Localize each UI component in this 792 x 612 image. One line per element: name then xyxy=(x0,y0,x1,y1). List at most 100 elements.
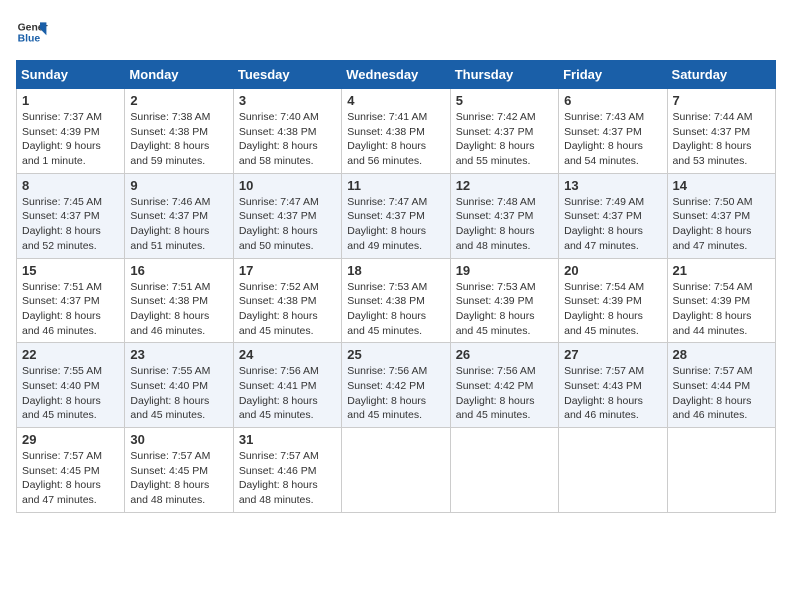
cell-info: Sunrise: 7:57 AMSunset: 4:45 PMDaylight:… xyxy=(22,450,102,506)
day-number: 29 xyxy=(22,432,119,447)
cell-info: Sunrise: 7:42 AMSunset: 4:37 PMDaylight:… xyxy=(456,111,536,167)
calendar-cell: 24 Sunrise: 7:56 AMSunset: 4:41 PMDaylig… xyxy=(233,343,341,428)
day-number: 1 xyxy=(22,93,119,108)
day-number: 18 xyxy=(347,263,444,278)
cell-info: Sunrise: 7:46 AMSunset: 4:37 PMDaylight:… xyxy=(130,196,210,252)
day-number: 3 xyxy=(239,93,336,108)
cell-info: Sunrise: 7:54 AMSunset: 4:39 PMDaylight:… xyxy=(673,281,753,337)
cell-info: Sunrise: 7:57 AMSunset: 4:44 PMDaylight:… xyxy=(673,365,753,421)
day-header-saturday: Saturday xyxy=(667,61,775,89)
day-number: 2 xyxy=(130,93,227,108)
cell-info: Sunrise: 7:45 AMSunset: 4:37 PMDaylight:… xyxy=(22,196,102,252)
calendar-cell: 19 Sunrise: 7:53 AMSunset: 4:39 PMDaylig… xyxy=(450,258,558,343)
cell-info: Sunrise: 7:56 AMSunset: 4:41 PMDaylight:… xyxy=(239,365,319,421)
calendar-header-row: SundayMondayTuesdayWednesdayThursdayFrid… xyxy=(17,61,776,89)
day-header-tuesday: Tuesday xyxy=(233,61,341,89)
calendar-cell: 26 Sunrise: 7:56 AMSunset: 4:42 PMDaylig… xyxy=(450,343,558,428)
day-number: 4 xyxy=(347,93,444,108)
calendar-cell xyxy=(667,428,775,513)
cell-info: Sunrise: 7:57 AMSunset: 4:46 PMDaylight:… xyxy=(239,450,319,506)
logo-icon: General Blue xyxy=(16,16,48,48)
cell-info: Sunrise: 7:53 AMSunset: 4:38 PMDaylight:… xyxy=(347,281,427,337)
day-number: 30 xyxy=(130,432,227,447)
calendar-cell: 1 Sunrise: 7:37 AMSunset: 4:39 PMDayligh… xyxy=(17,89,125,174)
cell-info: Sunrise: 7:41 AMSunset: 4:38 PMDaylight:… xyxy=(347,111,427,167)
cell-info: Sunrise: 7:50 AMSunset: 4:37 PMDaylight:… xyxy=(673,196,753,252)
day-number: 27 xyxy=(564,347,661,362)
calendar-cell: 5 Sunrise: 7:42 AMSunset: 4:37 PMDayligh… xyxy=(450,89,558,174)
day-number: 20 xyxy=(564,263,661,278)
calendar-cell: 21 Sunrise: 7:54 AMSunset: 4:39 PMDaylig… xyxy=(667,258,775,343)
day-number: 11 xyxy=(347,178,444,193)
cell-info: Sunrise: 7:55 AMSunset: 4:40 PMDaylight:… xyxy=(130,365,210,421)
cell-info: Sunrise: 7:47 AMSunset: 4:37 PMDaylight:… xyxy=(239,196,319,252)
day-number: 12 xyxy=(456,178,553,193)
calendar-cell: 18 Sunrise: 7:53 AMSunset: 4:38 PMDaylig… xyxy=(342,258,450,343)
day-number: 15 xyxy=(22,263,119,278)
calendar-cell: 4 Sunrise: 7:41 AMSunset: 4:38 PMDayligh… xyxy=(342,89,450,174)
calendar-cell: 23 Sunrise: 7:55 AMSunset: 4:40 PMDaylig… xyxy=(125,343,233,428)
calendar: SundayMondayTuesdayWednesdayThursdayFrid… xyxy=(16,60,776,513)
calendar-cell: 2 Sunrise: 7:38 AMSunset: 4:38 PMDayligh… xyxy=(125,89,233,174)
calendar-week-1: 1 Sunrise: 7:37 AMSunset: 4:39 PMDayligh… xyxy=(17,89,776,174)
calendar-week-5: 29 Sunrise: 7:57 AMSunset: 4:45 PMDaylig… xyxy=(17,428,776,513)
day-number: 28 xyxy=(673,347,770,362)
cell-info: Sunrise: 7:53 AMSunset: 4:39 PMDaylight:… xyxy=(456,281,536,337)
calendar-cell xyxy=(559,428,667,513)
calendar-cell: 17 Sunrise: 7:52 AMSunset: 4:38 PMDaylig… xyxy=(233,258,341,343)
calendar-cell: 16 Sunrise: 7:51 AMSunset: 4:38 PMDaylig… xyxy=(125,258,233,343)
day-number: 26 xyxy=(456,347,553,362)
day-header-thursday: Thursday xyxy=(450,61,558,89)
day-header-wednesday: Wednesday xyxy=(342,61,450,89)
cell-info: Sunrise: 7:47 AMSunset: 4:37 PMDaylight:… xyxy=(347,196,427,252)
day-number: 25 xyxy=(347,347,444,362)
calendar-cell: 13 Sunrise: 7:49 AMSunset: 4:37 PMDaylig… xyxy=(559,173,667,258)
cell-info: Sunrise: 7:38 AMSunset: 4:38 PMDaylight:… xyxy=(130,111,210,167)
logo: General Blue xyxy=(16,16,48,48)
day-number: 6 xyxy=(564,93,661,108)
calendar-cell xyxy=(450,428,558,513)
day-number: 7 xyxy=(673,93,770,108)
day-number: 31 xyxy=(239,432,336,447)
calendar-cell: 31 Sunrise: 7:57 AMSunset: 4:46 PMDaylig… xyxy=(233,428,341,513)
day-header-friday: Friday xyxy=(559,61,667,89)
svg-text:Blue: Blue xyxy=(18,34,41,45)
cell-info: Sunrise: 7:57 AMSunset: 4:43 PMDaylight:… xyxy=(564,365,644,421)
calendar-cell: 7 Sunrise: 7:44 AMSunset: 4:37 PMDayligh… xyxy=(667,89,775,174)
day-header-monday: Monday xyxy=(125,61,233,89)
calendar-week-4: 22 Sunrise: 7:55 AMSunset: 4:40 PMDaylig… xyxy=(17,343,776,428)
calendar-cell: 9 Sunrise: 7:46 AMSunset: 4:37 PMDayligh… xyxy=(125,173,233,258)
calendar-cell xyxy=(342,428,450,513)
day-number: 17 xyxy=(239,263,336,278)
cell-info: Sunrise: 7:37 AMSunset: 4:39 PMDaylight:… xyxy=(22,111,102,167)
day-number: 23 xyxy=(130,347,227,362)
calendar-cell: 11 Sunrise: 7:47 AMSunset: 4:37 PMDaylig… xyxy=(342,173,450,258)
day-number: 5 xyxy=(456,93,553,108)
cell-info: Sunrise: 7:51 AMSunset: 4:38 PMDaylight:… xyxy=(130,281,210,337)
day-number: 22 xyxy=(22,347,119,362)
cell-info: Sunrise: 7:49 AMSunset: 4:37 PMDaylight:… xyxy=(564,196,644,252)
cell-info: Sunrise: 7:55 AMSunset: 4:40 PMDaylight:… xyxy=(22,365,102,421)
calendar-week-2: 8 Sunrise: 7:45 AMSunset: 4:37 PMDayligh… xyxy=(17,173,776,258)
calendar-cell: 30 Sunrise: 7:57 AMSunset: 4:45 PMDaylig… xyxy=(125,428,233,513)
calendar-cell: 6 Sunrise: 7:43 AMSunset: 4:37 PMDayligh… xyxy=(559,89,667,174)
cell-info: Sunrise: 7:56 AMSunset: 4:42 PMDaylight:… xyxy=(456,365,536,421)
calendar-cell: 15 Sunrise: 7:51 AMSunset: 4:37 PMDaylig… xyxy=(17,258,125,343)
cell-info: Sunrise: 7:40 AMSunset: 4:38 PMDaylight:… xyxy=(239,111,319,167)
calendar-week-3: 15 Sunrise: 7:51 AMSunset: 4:37 PMDaylig… xyxy=(17,258,776,343)
day-number: 19 xyxy=(456,263,553,278)
calendar-cell: 22 Sunrise: 7:55 AMSunset: 4:40 PMDaylig… xyxy=(17,343,125,428)
calendar-cell: 29 Sunrise: 7:57 AMSunset: 4:45 PMDaylig… xyxy=(17,428,125,513)
calendar-cell: 14 Sunrise: 7:50 AMSunset: 4:37 PMDaylig… xyxy=(667,173,775,258)
calendar-cell: 20 Sunrise: 7:54 AMSunset: 4:39 PMDaylig… xyxy=(559,258,667,343)
day-number: 9 xyxy=(130,178,227,193)
cell-info: Sunrise: 7:44 AMSunset: 4:37 PMDaylight:… xyxy=(673,111,753,167)
cell-info: Sunrise: 7:57 AMSunset: 4:45 PMDaylight:… xyxy=(130,450,210,506)
calendar-cell: 28 Sunrise: 7:57 AMSunset: 4:44 PMDaylig… xyxy=(667,343,775,428)
cell-info: Sunrise: 7:56 AMSunset: 4:42 PMDaylight:… xyxy=(347,365,427,421)
day-number: 10 xyxy=(239,178,336,193)
day-number: 13 xyxy=(564,178,661,193)
calendar-cell: 10 Sunrise: 7:47 AMSunset: 4:37 PMDaylig… xyxy=(233,173,341,258)
cell-info: Sunrise: 7:52 AMSunset: 4:38 PMDaylight:… xyxy=(239,281,319,337)
cell-info: Sunrise: 7:48 AMSunset: 4:37 PMDaylight:… xyxy=(456,196,536,252)
